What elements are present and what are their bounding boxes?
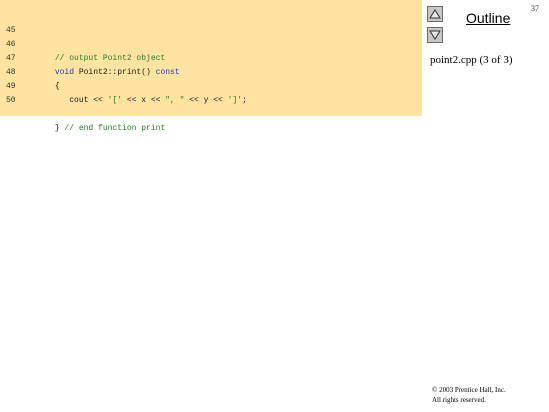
code-comment: // end function print bbox=[64, 124, 166, 133]
code-line: 46 void Point2::print() const bbox=[0, 24, 180, 77]
code-line: 49 bbox=[0, 66, 19, 91]
code-keyword: const bbox=[155, 68, 180, 77]
file-label: point2.cpp (3 of 3) bbox=[430, 54, 513, 66]
copyright-line: © 2003 Prentice Hall, Inc. bbox=[432, 386, 506, 394]
code-line: 48 cout << '[' << x << ", " << y << ']'; bbox=[0, 52, 247, 105]
slide-number: 37 bbox=[531, 4, 539, 13]
code-line: 47 { bbox=[0, 38, 60, 91]
code-string: ']' bbox=[227, 96, 243, 105]
rights-line: All rights reserved. bbox=[432, 396, 486, 404]
previous-slide-button[interactable] bbox=[427, 6, 443, 22]
code-line: 50 } // end function print bbox=[0, 80, 165, 133]
outline-title[interactable]: Outline bbox=[466, 10, 510, 26]
code-panel: 45 // output Point2 object 46 void Point… bbox=[0, 0, 422, 133]
next-slide-button[interactable] bbox=[427, 27, 443, 43]
code-text: ; bbox=[242, 96, 247, 105]
triangle-down-icon bbox=[429, 30, 441, 40]
code-text: cout << bbox=[54, 96, 108, 105]
code-line: 45 // output Point2 object bbox=[0, 10, 165, 63]
code-text: Point2::print() bbox=[74, 68, 156, 77]
copyright-notice: © 2003 Prentice Hall, Inc. All rights re… bbox=[432, 385, 506, 405]
triangle-up-icon bbox=[429, 9, 441, 19]
code-string: ", " bbox=[165, 96, 185, 105]
code-text: } bbox=[54, 124, 65, 133]
code-text: << x << bbox=[122, 96, 166, 105]
line-number: 50 bbox=[6, 96, 16, 105]
code-text: << y << bbox=[184, 96, 228, 105]
code-string: '[' bbox=[107, 96, 123, 105]
